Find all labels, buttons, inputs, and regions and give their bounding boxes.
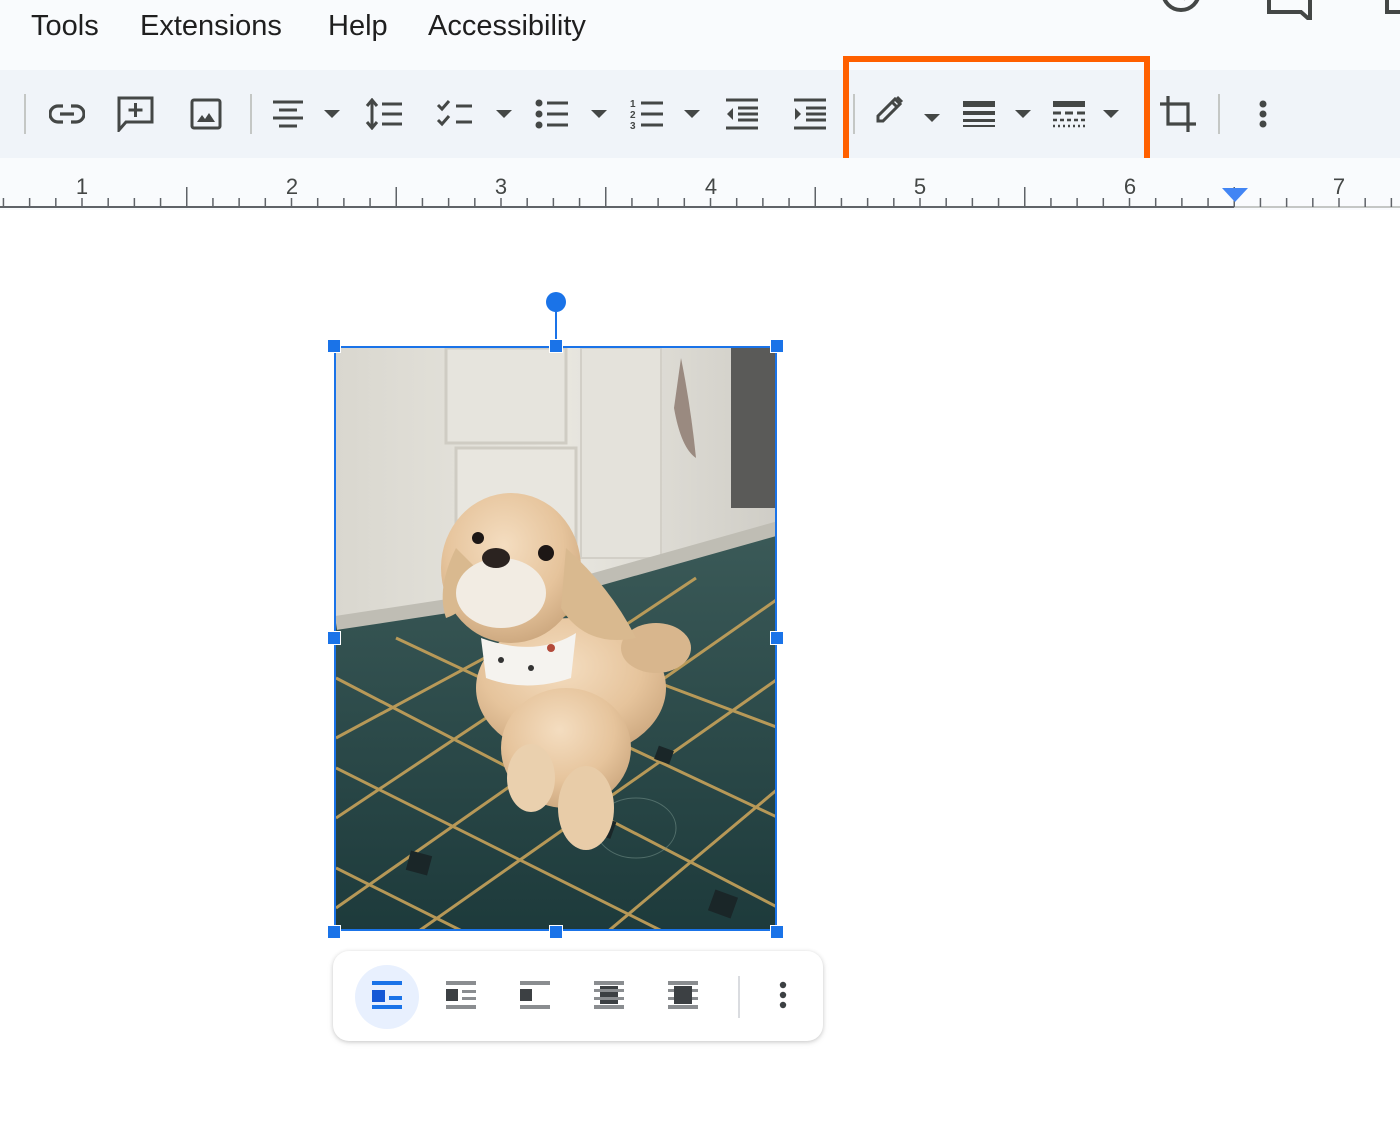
- menu-accessibility[interactable]: Accessibility: [428, 10, 586, 43]
- decrease-indent-button[interactable]: [724, 94, 760, 134]
- ruler-number: 7: [1332, 174, 1346, 199]
- bulleted-list-icon: [535, 99, 569, 129]
- rotate-handle[interactable]: [546, 292, 566, 312]
- ruler-number: 3: [494, 174, 508, 199]
- crop-image-button[interactable]: [1157, 94, 1199, 134]
- line-spacing-icon: [365, 98, 403, 130]
- toolbar: 123: [0, 70, 1400, 158]
- decrease-indent-icon: [725, 98, 759, 130]
- highlight-box: [843, 56, 1150, 174]
- ruler-number: 6: [1123, 174, 1137, 199]
- wrap-text-icon: [445, 979, 477, 1016]
- comment-icon[interactable]: [1266, 0, 1314, 25]
- menu-bar: Tools Extensions Help Accessibility: [0, 0, 1400, 70]
- align-center-icon: [272, 98, 304, 130]
- chevron-down-icon: [324, 110, 340, 118]
- chevron-down-icon: [496, 110, 512, 118]
- image-wrap-toolbar: [333, 951, 823, 1041]
- ruler-number: 2: [285, 174, 299, 199]
- svg-text:2: 2: [630, 110, 636, 121]
- wrap-inline-icon: [371, 979, 403, 1016]
- resize-handle-bottom-right[interactable]: [770, 925, 784, 939]
- dog-photo: [336, 348, 775, 929]
- add-comment-button[interactable]: [115, 94, 157, 134]
- bulleted-list-button[interactable]: [535, 94, 607, 134]
- more-vert-icon: [779, 981, 787, 1014]
- in-front-of-text-button[interactable]: [651, 965, 715, 1029]
- ruler-number: 1: [75, 174, 89, 199]
- crop-icon: [1158, 94, 1198, 134]
- svg-text:1: 1: [630, 99, 636, 110]
- share-icon[interactable]: [1384, 0, 1400, 25]
- resize-handle-bottom-left[interactable]: [327, 925, 341, 939]
- chevron-down-icon: [684, 110, 700, 118]
- chevron-down-icon: [591, 110, 607, 118]
- break-text-icon: [519, 979, 551, 1016]
- menu-extensions[interactable]: Extensions: [140, 10, 282, 43]
- more-vert-icon: [1259, 100, 1267, 128]
- image-icon: [190, 98, 222, 130]
- menu-tools[interactable]: Tools: [31, 10, 99, 43]
- resize-handle-top-left[interactable]: [327, 339, 341, 353]
- checklist-button[interactable]: [436, 94, 512, 134]
- link-icon: [49, 103, 85, 125]
- ruler-number: 4: [704, 174, 718, 199]
- more-options-button[interactable]: [1252, 94, 1274, 134]
- toolbar-divider: [1218, 94, 1220, 134]
- wrap-inline-button[interactable]: [355, 965, 419, 1029]
- menu-help[interactable]: Help: [328, 10, 388, 43]
- resize-handle-left[interactable]: [327, 631, 341, 645]
- svg-text:3: 3: [630, 121, 636, 130]
- in-front-of-text-icon: [667, 979, 699, 1016]
- numbered-list-button[interactable]: 123: [630, 94, 700, 134]
- break-text-button[interactable]: [503, 965, 567, 1029]
- increase-indent-icon: [793, 98, 827, 130]
- behind-text-icon: [593, 979, 625, 1016]
- toolbar-divider: [250, 94, 252, 134]
- checklist-icon: [436, 98, 474, 130]
- numbered-list-icon: 123: [630, 98, 664, 130]
- increase-indent-button[interactable]: [792, 94, 828, 134]
- align-button[interactable]: [272, 94, 340, 134]
- wrap-toolbar-divider: [738, 976, 740, 1018]
- resize-handle-bottom[interactable]: [549, 925, 563, 939]
- line-spacing-button[interactable]: [364, 94, 404, 134]
- right-indent-marker[interactable]: [1222, 188, 1248, 204]
- wrap-text-button[interactable]: [429, 965, 493, 1029]
- insert-image-button[interactable]: [186, 94, 226, 134]
- behind-text-button[interactable]: [577, 965, 641, 1029]
- wrap-more-options-button[interactable]: [751, 965, 815, 1029]
- toolbar-divider: [24, 94, 26, 134]
- resize-handle-top-right[interactable]: [770, 339, 784, 353]
- history-icon[interactable]: [1158, 0, 1204, 23]
- ruler-ticks: [0, 187, 1400, 208]
- ruler-number: 5: [913, 174, 927, 199]
- resize-handle-top[interactable]: [549, 339, 563, 353]
- selected-image[interactable]: [334, 346, 777, 931]
- resize-handle-right[interactable]: [770, 631, 784, 645]
- ruler: 1 2 3 4 5 6 7: [0, 158, 1400, 210]
- add-comment-icon: [117, 96, 155, 132]
- insert-link-button[interactable]: [46, 94, 88, 134]
